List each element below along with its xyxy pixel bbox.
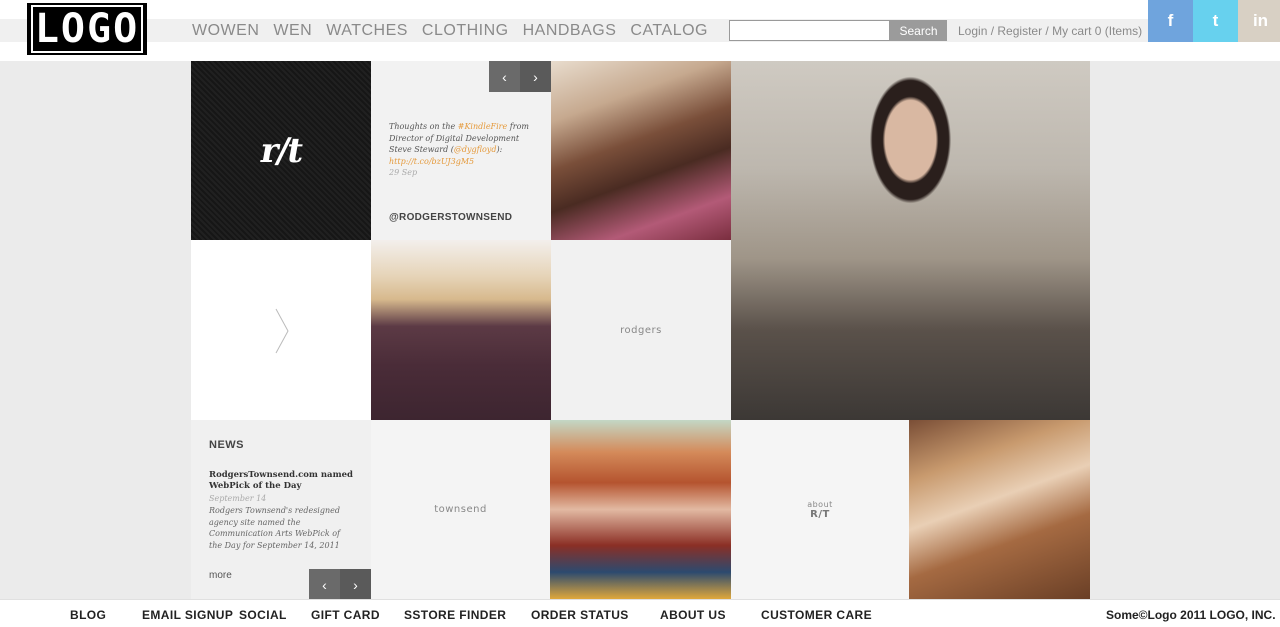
rt-logo-icon: r/t <box>257 130 305 171</box>
main-nav: WOWEN WEN WATCHES CLOTHING HANDBAGS CATA… <box>192 20 708 42</box>
tweet-prev-button[interactable]: ‹ <box>489 61 520 92</box>
chevron-right-icon: › <box>353 576 358 593</box>
footer-link-about-us[interactable]: ABOUT US <box>660 608 726 622</box>
footer-link-email-signup[interactable]: EMAIL SIGNUP <box>142 608 233 622</box>
news-prev-button[interactable]: ‹ <box>309 569 340 600</box>
twitter-icon[interactable]: t <box>1193 0 1238 42</box>
tweet-text: Thoughts on the #KindleFire from Directo… <box>389 122 529 166</box>
chevron-right-icon: › <box>533 68 538 85</box>
tweet-url-link[interactable]: http://t.co/bzUJ3gM5 <box>389 157 474 166</box>
hashtag-link[interactable]: #KindleFire <box>458 122 507 131</box>
next-arrow-tile[interactable] <box>191 240 371 420</box>
photo-tile-model-4[interactable] <box>909 420 1090 599</box>
cart-link[interactable]: My cart 0 (Items) <box>1052 24 1142 38</box>
news-body: Rodgers Townsend's redesigned agency sit… <box>209 506 340 550</box>
townsend-label: townsend <box>434 504 487 515</box>
news-next-button[interactable]: › <box>340 569 371 600</box>
rodgers-label: rodgers <box>620 324 662 336</box>
rt-logo-tile[interactable]: r/t <box>191 61 371 240</box>
news-heading: NEWS <box>209 439 244 451</box>
news-more-link[interactable]: more <box>209 570 232 581</box>
news-title[interactable]: RodgersTownsend.com named WebPick of the… <box>209 470 359 492</box>
tweet-date: 29 Sep <box>389 168 418 177</box>
photo-tile-model-2[interactable] <box>371 240 551 420</box>
nav-item-clothing[interactable]: CLOTHING <box>422 20 509 42</box>
footer-link-gift-card[interactable]: GIFT CARD <box>311 608 380 622</box>
login-link[interactable]: Login <box>958 24 987 38</box>
copyright: Some©Logo 2011 LOGO, INC. <box>1106 608 1276 622</box>
photo-tile-model-3[interactable] <box>550 420 731 599</box>
footer-link-store-finder[interactable]: SSTORE FINDER <box>404 608 506 622</box>
nav-item-handbags[interactable]: HANDBAGS <box>523 20 617 42</box>
twitter-handle[interactable]: @RODGERSTOWNSEND <box>389 212 512 223</box>
nav-item-watches[interactable]: WATCHES <box>326 20 408 42</box>
chevron-right-icon <box>275 308 289 354</box>
footer-link-social[interactable]: SOCIAL <box>239 608 287 622</box>
account-links: Login / Register / My cart 0 (Items) <box>958 24 1143 38</box>
news-date: September 14 <box>209 494 267 503</box>
footer-link-customer-care[interactable]: CUSTOMER CARE <box>761 608 872 622</box>
about-label: about <box>807 499 833 509</box>
facebook-icon[interactable]: f <box>1148 0 1193 42</box>
about-rt-tile[interactable]: about R/T <box>731 420 909 599</box>
nav-item-wowen[interactable]: WOWEN <box>192 20 259 42</box>
header: LOGO WOWEN WEN WATCHES CLOTHING HANDBAGS… <box>0 0 1280 61</box>
photo-tile-hero[interactable] <box>731 61 1090 420</box>
rodgers-tile[interactable]: rodgers <box>551 240 731 420</box>
site-logo[interactable]: LOGO <box>27 3 147 55</box>
footer-link-blog[interactable]: BLOG <box>70 608 106 622</box>
mention-link[interactable]: @dygfloyd <box>454 145 497 154</box>
photo-tile-model-1[interactable] <box>551 61 731 240</box>
townsend-tile[interactable]: townsend <box>371 420 550 599</box>
register-link[interactable]: Register <box>997 24 1042 38</box>
footer-link-order-status[interactable]: ORDER STATUS <box>531 608 629 622</box>
nav-item-wen[interactable]: WEN <box>273 20 312 42</box>
logo-text: LOGO <box>30 5 144 53</box>
chevron-left-icon: ‹ <box>322 576 327 593</box>
search-button[interactable]: Search <box>890 20 947 41</box>
linkedin-icon[interactable]: in <box>1238 0 1280 42</box>
tweet-next-button[interactable]: › <box>520 61 551 92</box>
chevron-left-icon: ‹ <box>502 68 507 85</box>
search-input[interactable] <box>729 20 890 41</box>
rt-label: R/T <box>810 508 830 520</box>
footer: BLOG EMAIL SIGNUP SOCIAL GIFT CARD SSTOR… <box>0 599 1280 627</box>
nav-item-catalog[interactable]: CATALOG <box>630 20 708 42</box>
